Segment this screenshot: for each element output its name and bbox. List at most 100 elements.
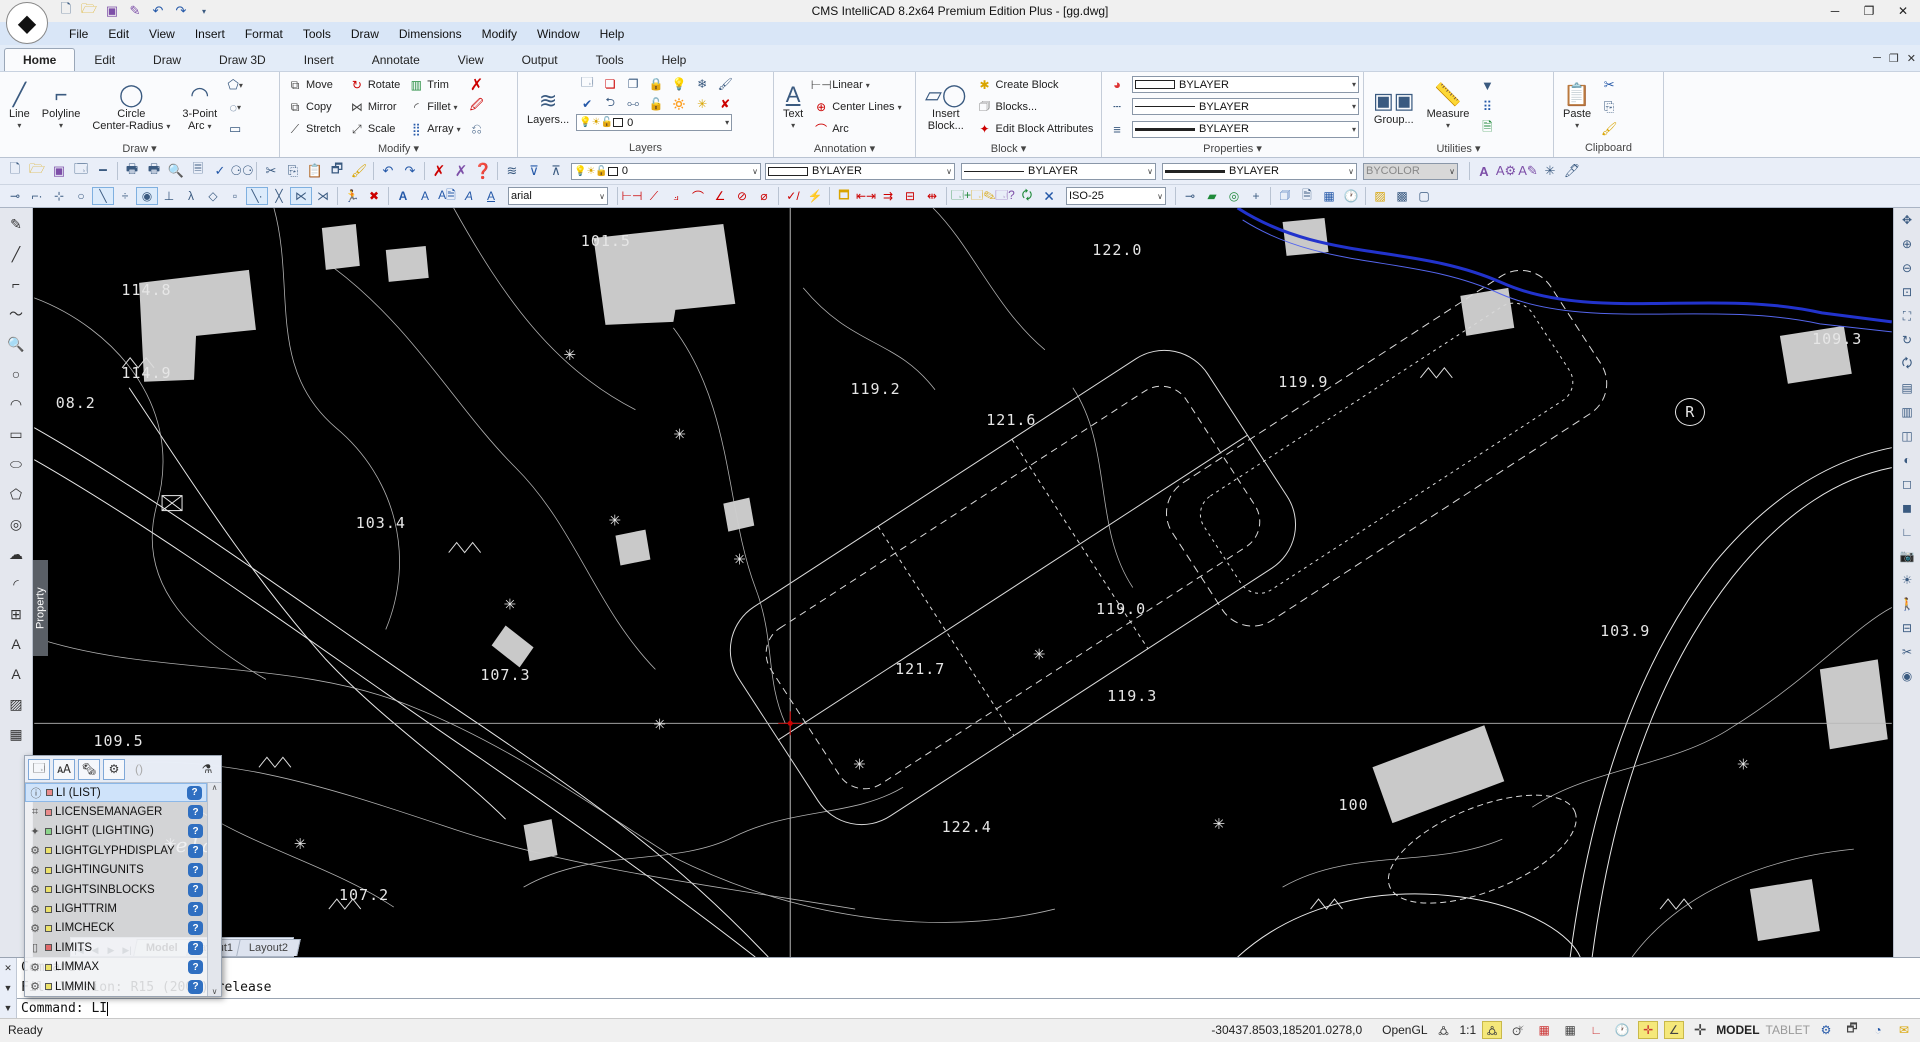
zoom-extents-icon[interactable]: ⛶: [1896, 306, 1918, 326]
save-as-icon[interactable]: ✎: [125, 2, 145, 20]
print-preview-icon[interactable]: 🔍: [165, 161, 187, 181]
arc-button[interactable]: ◠3-PointArc ▾: [177, 74, 222, 140]
history-dropdown-icon[interactable]: ▼: [4, 978, 13, 998]
measure-button[interactable]: 📏Measure▾: [1422, 74, 1475, 140]
app-logo-icon[interactable]: ◆: [6, 2, 48, 44]
group-button[interactable]: ▣▣Group...: [1368, 74, 1420, 140]
hatch-tool-icon[interactable]: ▨: [3, 692, 29, 716]
pencil-icon[interactable]: ✎: [3, 212, 29, 236]
point-style-icon[interactable]: ⊸: [1179, 187, 1201, 205]
light-icon[interactable]: ✳: [1539, 161, 1561, 181]
dim-style-cmp-icon[interactable]: 🗔?: [994, 187, 1016, 205]
open-file-icon[interactable]: 🗁: [79, 2, 99, 20]
open-icon[interactable]: 🗁: [26, 161, 48, 181]
polygon-tool-icon[interactable]: ⬠: [3, 482, 29, 506]
snap-insertion-icon[interactable]: ▫: [224, 187, 246, 205]
copy-clip-icon[interactable]: ⎘: [1598, 97, 1620, 117]
text-larger-icon[interactable]: A: [392, 187, 414, 205]
text-tool-icon[interactable]: A: [3, 632, 29, 656]
snap-apparent-icon[interactable]: ÷: [114, 187, 136, 205]
crosshair-icon[interactable]: ✛: [1690, 1021, 1710, 1039]
dim-rotated-icon[interactable]: ⟓: [665, 187, 687, 205]
layer-merge-icon[interactable]: ⧟: [622, 94, 644, 113]
status-scale[interactable]: 1:1: [1460, 1023, 1477, 1037]
clock-icon[interactable]: 🕐: [1340, 187, 1362, 205]
layer-off-icon[interactable]: 🔅: [668, 94, 690, 113]
ribbon-tab[interactable]: Draw: [134, 48, 200, 71]
menu-item[interactable]: Help: [591, 25, 634, 43]
layer-unlock-icon[interactable]: 🔓: [645, 94, 667, 113]
explode-icon[interactable]: ⎌: [466, 119, 488, 139]
polygon-icon[interactable]: ⬠ ▾: [224, 75, 246, 95]
minimize-button[interactable]: ─: [1818, 1, 1852, 21]
stretch-button[interactable]: ⟋Stretch: [284, 119, 344, 139]
menu-item[interactable]: Format: [236, 25, 292, 43]
format-painter-icon[interactable]: 🖌: [1598, 119, 1620, 139]
layers-panel-label[interactable]: Layers: [518, 142, 773, 157]
pen-icon[interactable]: 🖊: [1561, 161, 1583, 181]
blocks-button[interactable]: 🗇Blocks...: [974, 97, 1097, 117]
steering-icon[interactable]: ◉: [1896, 666, 1918, 686]
camera-icon[interactable]: 📷: [1896, 546, 1918, 566]
table-icon[interactable]: ▦: [1318, 187, 1340, 205]
property-panel-tab[interactable]: Property: [33, 560, 48, 656]
layer-explore-icon[interactable]: ≋: [501, 161, 523, 181]
grid-toggle-icon[interactable]: ▦: [1560, 1021, 1580, 1039]
menu-item[interactable]: File: [60, 25, 97, 43]
point-icon[interactable]: +: [1245, 187, 1267, 205]
wireframe-icon[interactable]: ◻: [1896, 474, 1918, 494]
table-tool-icon[interactable]: ▦: [3, 722, 29, 746]
layer-freeze-icon[interactable]: ❄: [691, 74, 713, 93]
popup-gear-icon[interactable]: ⚙: [103, 759, 125, 780]
ribbon-tab[interactable]: Edit: [75, 48, 134, 71]
maximize-button[interactable]: ❐: [1852, 1, 1886, 21]
command-help-button[interactable]: ?: [188, 844, 203, 858]
menu-item[interactable]: Draw: [342, 25, 388, 43]
command-help-button[interactable]: ?: [188, 980, 203, 994]
snap-run-icon[interactable]: 🏃: [341, 187, 363, 205]
dim-space-icon[interactable]: ⇹: [921, 187, 943, 205]
trim-button[interactable]: ▥Trim: [405, 75, 463, 95]
divide-icon[interactable]: ▰: [1201, 187, 1223, 205]
annotation-panel-label[interactable]: Annotation ▾: [774, 142, 915, 157]
revision-cloud-icon[interactable]: ◌ ▾: [224, 97, 246, 117]
print-icon[interactable]: 🖶: [121, 161, 143, 181]
command-help-button[interactable]: ?: [187, 786, 202, 800]
orbit-icon[interactable]: ↻: [1896, 330, 1918, 350]
snap-intersection-icon[interactable]: ╲: [92, 187, 114, 205]
shade-icon[interactable]: ◐: [1896, 450, 1918, 470]
text-style-icon[interactable]: A: [1473, 161, 1495, 181]
zoom-tool-icon[interactable]: 🔍: [3, 332, 29, 356]
draw-panel-label[interactable]: Draw ▾: [0, 142, 279, 157]
spline-tool-icon[interactable]: 〜: [3, 302, 29, 326]
menu-item[interactable]: Window: [528, 25, 589, 43]
menu-item[interactable]: Dimensions: [390, 25, 471, 43]
insert-block-button[interactable]: ▱◯InsertBlock...: [920, 74, 972, 140]
popup-command-item[interactable]: ⚙ LIGHTGLYPHDISPLAY ?: [25, 841, 207, 860]
zoom-out-icon[interactable]: ⊖: [1896, 258, 1918, 278]
esnap-toggle-icon[interactable]: 🜛: [1482, 1021, 1502, 1039]
popup-command-item[interactable]: ⓘ LI (LIST) ?: [25, 783, 207, 802]
popup-command-item[interactable]: ⚙ LIMMAX ?: [25, 958, 207, 977]
angle-toggle-icon[interactable]: ∠: [1664, 1021, 1684, 1039]
dim-radius-icon[interactable]: ⊘: [731, 187, 753, 205]
snap-settings-icon[interactable]: ⋊: [312, 187, 334, 205]
font-combo[interactable]: arial∨: [508, 187, 608, 205]
purge-icon[interactable]: ✗: [450, 161, 472, 181]
dim-override-icon[interactable]: 🗙: [1038, 187, 1060, 205]
popup-command-item[interactable]: ⚙ LIGHTTRIM ?: [25, 899, 207, 918]
text-tool-2-icon[interactable]: A: [3, 662, 29, 686]
text-edit-icon[interactable]: A✎: [1517, 161, 1539, 181]
snap-endpoint-icon[interactable]: ⊹: [48, 187, 70, 205]
ribbon-tab[interactable]: Home: [4, 48, 75, 71]
popup-command-item[interactable]: ⚙ LIGHTSINBLOCKS ?: [25, 880, 207, 899]
zoom-in-icon[interactable]: ⊕: [1896, 234, 1918, 254]
import-acis-icon[interactable]: 🗕: [92, 161, 114, 181]
text-smaller-icon[interactable]: A: [414, 187, 436, 205]
zoom-window-icon[interactable]: ⊡: [1896, 282, 1918, 302]
scroll-up-icon[interactable]: ∧: [212, 783, 218, 792]
boundary-icon[interactable]: ▢: [1413, 187, 1435, 205]
named-views-icon[interactable]: 🗇: [1274, 187, 1296, 205]
redo-icon[interactable]: ↷: [171, 2, 191, 20]
region-icon[interactable]: ▩: [1391, 187, 1413, 205]
